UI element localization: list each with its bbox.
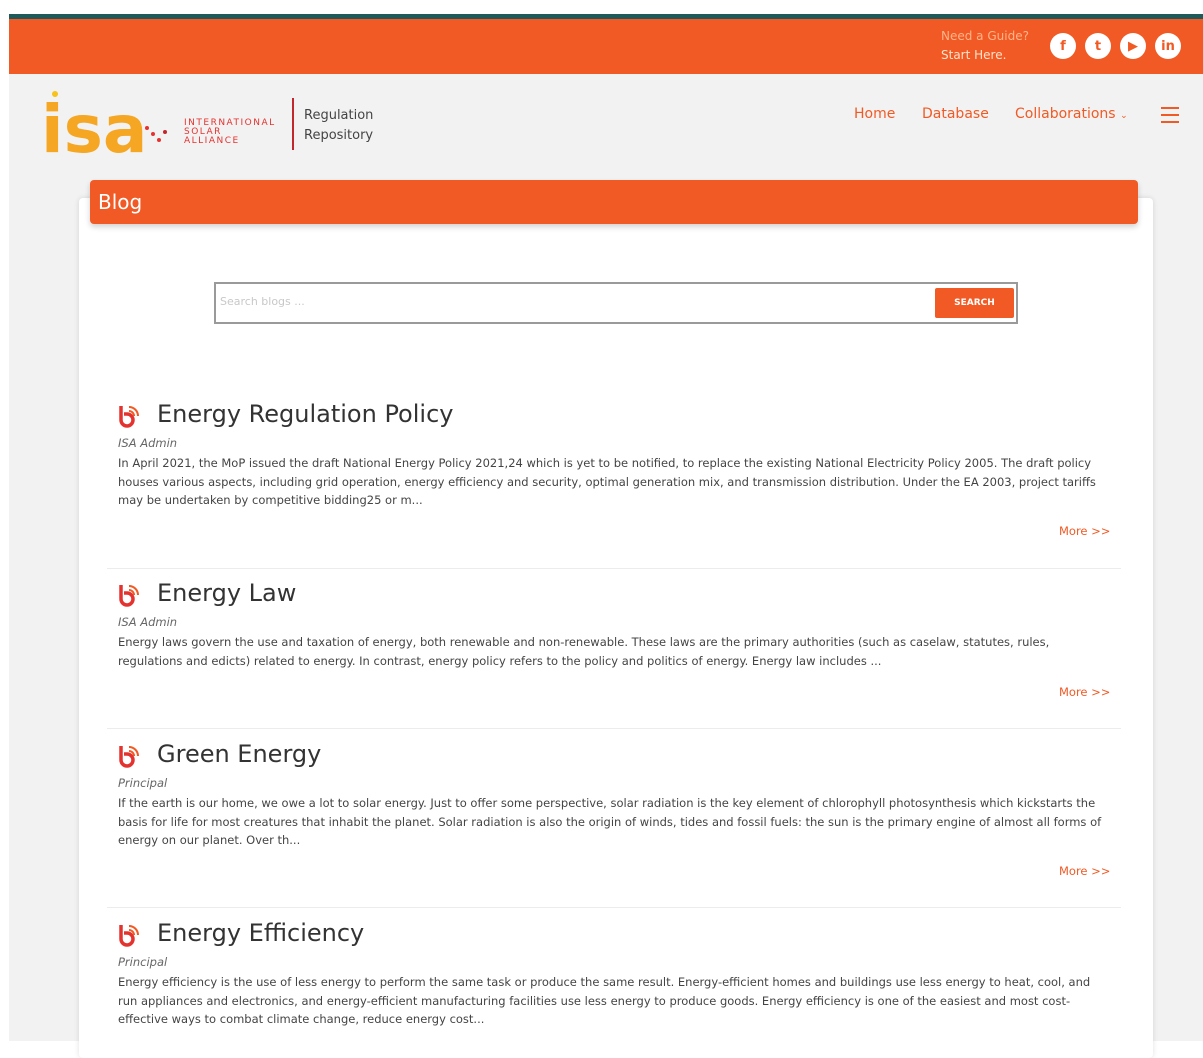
blog-post-icon: [119, 925, 139, 947]
blog-search-box: SEARCH: [214, 282, 1018, 324]
more-link[interactable]: More >>: [1059, 864, 1110, 878]
blog-title: Blog: [98, 190, 143, 214]
post-excerpt: Energy laws govern the use and taxation …: [118, 635, 1050, 668]
twitter-icon[interactable]: t: [1085, 33, 1111, 59]
isa-logo[interactable]: isa INTERNATIONAL SOLAR ALLIANCE: [41, 88, 291, 164]
social-links: f t ▶ in: [1050, 33, 1181, 59]
blog-post-icon: [119, 746, 139, 768]
post-title[interactable]: Energy Law: [157, 579, 296, 607]
post-excerpt: Energy efficiency is the use of less ene…: [118, 975, 1091, 1026]
repo-line1: Regulation: [304, 108, 374, 123]
linkedin-icon[interactable]: in: [1155, 33, 1181, 59]
guide-link[interactable]: Need a Guide? Start Here.: [941, 27, 1029, 65]
hamburger-icon[interactable]: [1161, 107, 1179, 123]
more-link[interactable]: More >>: [1059, 524, 1110, 538]
search-input[interactable]: [218, 286, 922, 316]
post-author: ISA Admin: [118, 436, 178, 450]
nav-collaborations[interactable]: Collaborations ⌄: [1015, 106, 1128, 122]
post-title[interactable]: Energy Regulation Policy: [157, 400, 453, 428]
post-author: Principal: [118, 955, 168, 969]
post-divider: [107, 568, 1121, 569]
chevron-down-icon: ⌄: [1120, 111, 1128, 121]
youtube-icon[interactable]: ▶: [1120, 33, 1146, 59]
repository-title: Regulation Repository: [304, 106, 373, 146]
guide-line1: Need a Guide?: [941, 29, 1029, 43]
blog-post: Energy Regulation Policy ISA Admin In Ap…: [107, 400, 1121, 540]
blog-post-icon: [119, 585, 139, 607]
logo-divider: [292, 98, 294, 150]
post-divider: [107, 907, 1121, 908]
post-author: Principal: [118, 776, 168, 790]
guide-line2[interactable]: Start Here.: [941, 46, 1029, 65]
logo-sub-3: ALLIANCE: [184, 136, 240, 146]
post-title[interactable]: Energy Efficiency: [157, 919, 364, 947]
search-button[interactable]: SEARCH: [935, 288, 1014, 318]
top-bar: Need a Guide? Start Here. f t ▶ in: [9, 19, 1203, 74]
post-title[interactable]: Green Energy: [157, 740, 321, 768]
post-author: ISA Admin: [118, 615, 178, 629]
post-divider: [107, 728, 1121, 729]
post-excerpt: If the earth is our home, we owe a lot t…: [118, 796, 1102, 847]
page-background: isa INTERNATIONAL SOLAR ALLIANCE Regulat…: [9, 74, 1203, 1058]
nav-home[interactable]: Home: [854, 106, 895, 122]
repo-line2: Repository: [304, 128, 374, 143]
nav-collaborations-label: Collaborations: [1015, 106, 1116, 122]
blog-post: Green Energy Principal If the earth is o…: [107, 740, 1121, 890]
logo-wordmark: isa: [41, 91, 147, 164]
nav-database[interactable]: Database: [922, 106, 989, 122]
blog-post-icon: [119, 406, 139, 428]
facebook-icon[interactable]: f: [1050, 33, 1076, 59]
more-link[interactable]: More >>: [1059, 685, 1110, 699]
blog-header: Blog: [90, 180, 1138, 224]
blog-post: Energy Efficiency Principal Energy effic…: [107, 919, 1121, 1039]
blog-post: Energy Law ISA Admin Energy laws govern …: [107, 579, 1121, 709]
post-excerpt: In April 2021, the MoP issued the draft …: [118, 456, 1096, 507]
